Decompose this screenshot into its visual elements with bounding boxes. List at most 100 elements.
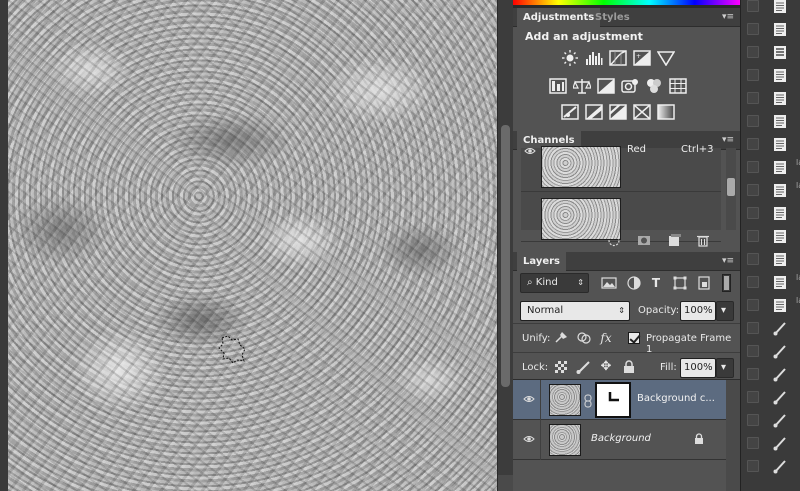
history-checkbox[interactable] [747,391,759,403]
invert-icon[interactable] [561,104,579,120]
history-row[interactable] [741,432,800,455]
history-checkbox[interactable] [747,368,759,380]
history-row[interactable]: la [741,294,800,317]
lock-all-icon[interactable] [621,360,637,374]
history-row[interactable] [741,18,800,41]
pixel-filter-icon[interactable] [601,276,617,290]
layer-row-background-copy[interactable]: Background c... [513,380,726,420]
history-checkbox[interactable] [747,184,759,196]
smart-object-filter-icon[interactable] [696,276,712,290]
history-checkbox[interactable] [747,322,759,334]
history-row[interactable] [741,409,800,432]
history-checkbox[interactable] [747,138,759,150]
fill-input[interactable]: 100% [680,358,716,378]
history-row[interactable] [741,386,800,409]
history-row[interactable] [741,317,800,340]
unify-position-icon[interactable] [553,331,569,345]
channels-scrollbar[interactable] [726,148,736,230]
type-filter-icon[interactable]: T [648,276,664,290]
canvas-vertical-scrollbar[interactable] [497,0,514,491]
hue-saturation-icon[interactable] [549,78,567,94]
lasso-selection[interactable] [218,334,246,364]
delete-channel-icon[interactable] [696,234,710,247]
propagate-frame-checkbox[interactable] [628,332,640,344]
history-checkbox[interactable] [747,414,759,426]
selective-color-icon[interactable] [633,104,651,120]
tab-layers[interactable]: Layers [517,252,566,271]
history-checkbox[interactable] [747,207,759,219]
history-checkbox[interactable] [747,0,759,12]
vibrance-icon[interactable] [657,50,675,66]
history-row[interactable] [741,340,800,363]
lock-transparent-icon[interactable] [553,360,569,374]
eye-icon[interactable] [524,146,536,156]
history-checkbox[interactable] [747,460,759,472]
history-checkbox[interactable] [747,69,759,81]
history-checkbox[interactable] [747,299,759,311]
layer-name[interactable]: Background c... [637,393,715,404]
exposure-icon[interactable]: + [633,50,651,66]
curves-icon[interactable] [609,50,627,66]
posterize-icon[interactable] [585,104,603,120]
layer-row-background[interactable]: Background [513,420,726,460]
gradient-map-icon[interactable] [657,104,675,120]
lock-image-brush-icon[interactable] [575,360,591,374]
history-checkbox[interactable] [747,23,759,35]
history-checkbox[interactable] [747,276,759,288]
panel-menu-icon[interactable]: ▾≡ [722,12,734,22]
levels-icon[interactable] [585,50,603,66]
load-selection-icon[interactable] [607,234,621,247]
lock-position-move-icon[interactable]: ✥ [598,360,614,374]
eye-icon[interactable] [523,434,535,444]
panel-menu-icon[interactable]: ▾≡ [722,135,734,145]
history-row[interactable] [741,41,800,64]
layer-mask-thumbnail[interactable] [595,382,631,418]
channel-mixer-icon[interactable] [645,78,663,94]
tab-styles[interactable]: Styles [589,8,636,27]
history-row[interactable] [741,248,800,271]
tab-adjustments[interactable]: Adjustments [517,8,601,27]
blend-mode-select[interactable]: Normal ⇕ [520,301,630,321]
save-selection-icon[interactable] [637,234,651,247]
scrollbar-thumb[interactable] [727,178,735,196]
channel-row[interactable]: Red Ctrl+3 [521,144,721,192]
photo-filter-icon[interactable] [621,78,639,94]
history-row[interactable] [741,202,800,225]
history-row[interactable]: la [741,179,800,202]
layer-name[interactable]: Background [591,433,651,444]
layers-scrollbar[interactable] [726,380,740,491]
history-checkbox[interactable] [747,161,759,173]
history-row[interactable] [741,87,800,110]
filter-toggle-switch[interactable] [722,274,731,292]
scrollbar-thumb[interactable] [501,125,510,387]
chain-link-icon[interactable] [584,394,592,408]
history-row[interactable] [741,64,800,87]
opacity-dropdown[interactable]: ▾ [716,301,734,321]
history-row[interactable] [741,363,800,386]
history-checkbox[interactable] [747,253,759,265]
threshold-icon[interactable] [609,104,627,120]
history-row[interactable] [741,225,800,248]
lock-icon[interactable] [694,433,704,445]
history-checkbox[interactable] [747,92,759,104]
black-white-icon[interactable] [597,78,615,94]
new-channel-icon[interactable] [667,234,681,247]
color-lookup-icon[interactable] [669,78,687,94]
history-row[interactable]: la [741,271,800,294]
panel-menu-icon[interactable]: ▾≡ [722,256,734,266]
brightness-contrast-icon[interactable] [561,50,579,66]
history-row[interactable]: la [741,156,800,179]
color-balance-icon[interactable] [573,78,591,94]
history-row[interactable] [741,133,800,156]
unify-style-icon[interactable]: fx [598,331,614,345]
layer-filter-kind[interactable]: ⌕ Kind ⇕ [520,273,589,293]
document-canvas[interactable] [0,0,497,491]
history-checkbox[interactable] [747,345,759,357]
adjustment-filter-icon[interactable] [626,276,642,290]
fill-dropdown[interactable]: ▾ [716,358,734,378]
history-checkbox[interactable] [747,437,759,449]
history-row[interactable] [741,110,800,133]
history-checkbox[interactable] [747,230,759,242]
opacity-input[interactable]: 100% [680,301,716,321]
history-checkbox[interactable] [747,115,759,127]
